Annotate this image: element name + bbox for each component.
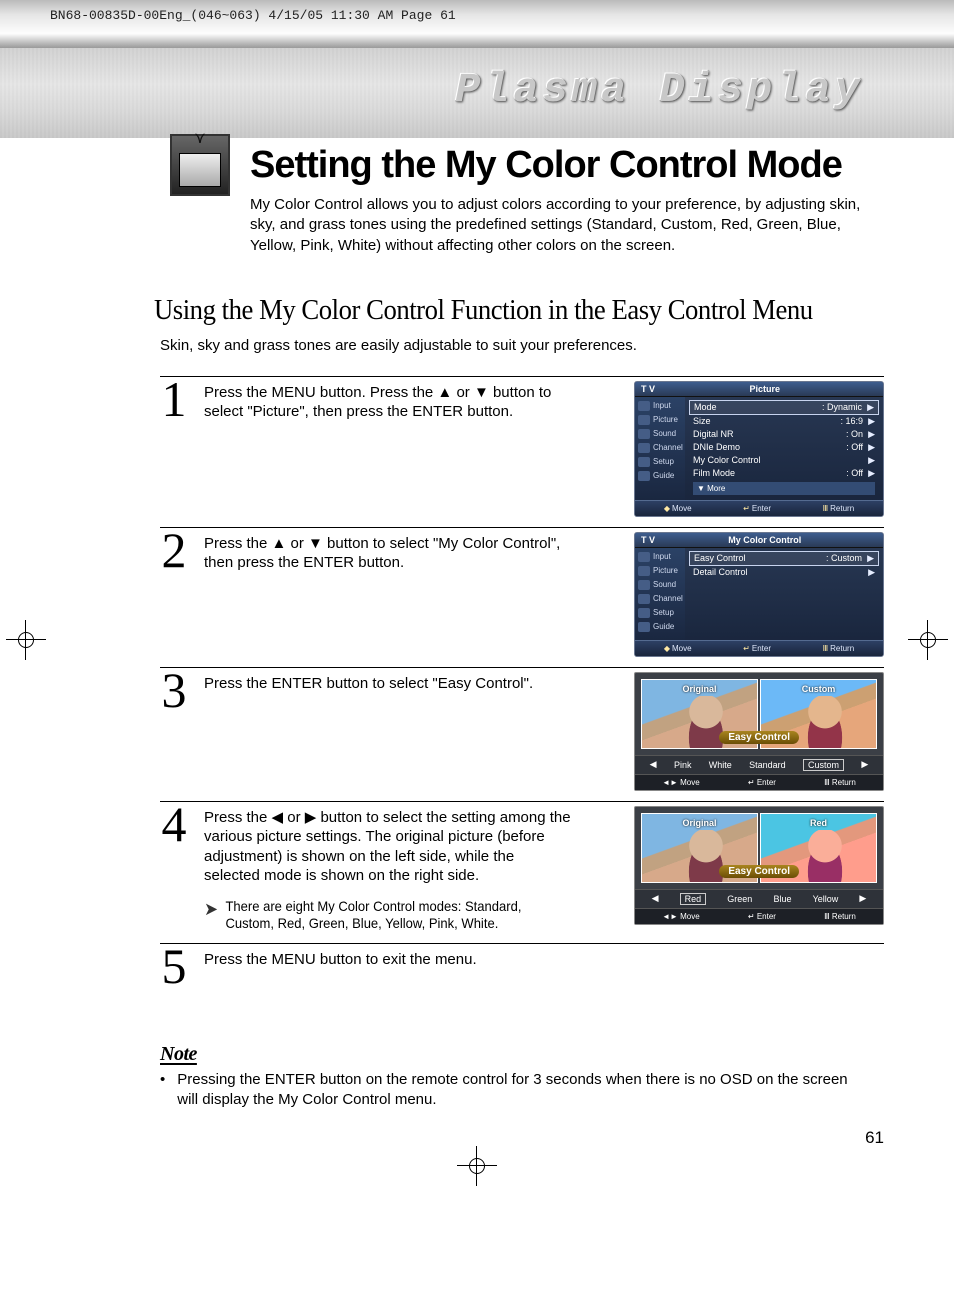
osd-picture-menu: T V Picture Input Picture Sound Channel …	[634, 381, 884, 517]
osd-tv-label: T V	[641, 384, 655, 394]
step-text: Press the MENU button to exit the menu.	[204, 948, 574, 970]
step-3: 3 Press the ENTER button to select "Easy…	[160, 667, 884, 791]
step-text: Press the ▲ or ▼ button to select "My Co…	[204, 532, 574, 573]
bullet: •	[160, 1070, 165, 1111]
preview-easy-red: Original Red Easy Control ◀ Red Green Bl…	[634, 806, 884, 925]
chevron-icon: ➤	[204, 898, 218, 933]
step-number: 3	[160, 668, 188, 713]
step-number: 1	[160, 377, 188, 422]
callout-modes: ➤ There are eight My Color Control modes…	[204, 898, 548, 933]
osd-sidebar: Input Picture Sound Channel Setup Guide	[635, 397, 685, 500]
step-text: Press the ◀ or ▶ button to select the se…	[204, 806, 574, 933]
preview-easy-custom: Original Custom Easy Control ◀ Pink Whit…	[634, 672, 884, 791]
page-number: 61	[160, 1128, 884, 1148]
step-number: 2	[160, 528, 188, 573]
print-header: BN68-00835D-00Eng_(046~063) 4/15/05 11:3…	[0, 0, 954, 48]
step-4: 4 Press the ◀ or ▶ button to select the …	[160, 801, 884, 933]
intro-text: My Color Control allows you to adjust co…	[250, 195, 870, 256]
note-block: Note • Pressing the ENTER button on the …	[160, 1043, 884, 1111]
section-sub: Skin, sky and grass tones are easily adj…	[160, 337, 884, 354]
crop-mark-bottom	[457, 1146, 497, 1186]
step-text: Press the MENU button. Press the ▲ or ▼ …	[204, 381, 574, 422]
osd-title: Picture	[749, 384, 780, 394]
note-heading: Note	[160, 1043, 884, 1066]
step-2: 2 Press the ▲ or ▼ button to select "My …	[160, 527, 884, 657]
step-5: 5 Press the MENU button to exit the menu…	[160, 943, 884, 989]
page-title: Setting the My Color Control Mode	[250, 144, 884, 187]
tv-icon: ⋎	[170, 134, 230, 196]
step-1: 1 Press the MENU button. Press the ▲ or …	[160, 376, 884, 517]
step-number: 5	[160, 944, 188, 989]
banner-bar: Plasma Display	[0, 48, 954, 138]
step-text: Press the ENTER button to select "Easy C…	[204, 672, 574, 694]
step-number: 4	[160, 802, 188, 847]
osd-mycolor-menu: T V My Color Control Input Picture Sound…	[634, 532, 884, 657]
brand-text: Plasma Display	[455, 66, 864, 114]
note-text: Pressing the ENTER button on the remote …	[177, 1070, 860, 1111]
section-heading: Using the My Color Control Function in t…	[154, 294, 826, 327]
